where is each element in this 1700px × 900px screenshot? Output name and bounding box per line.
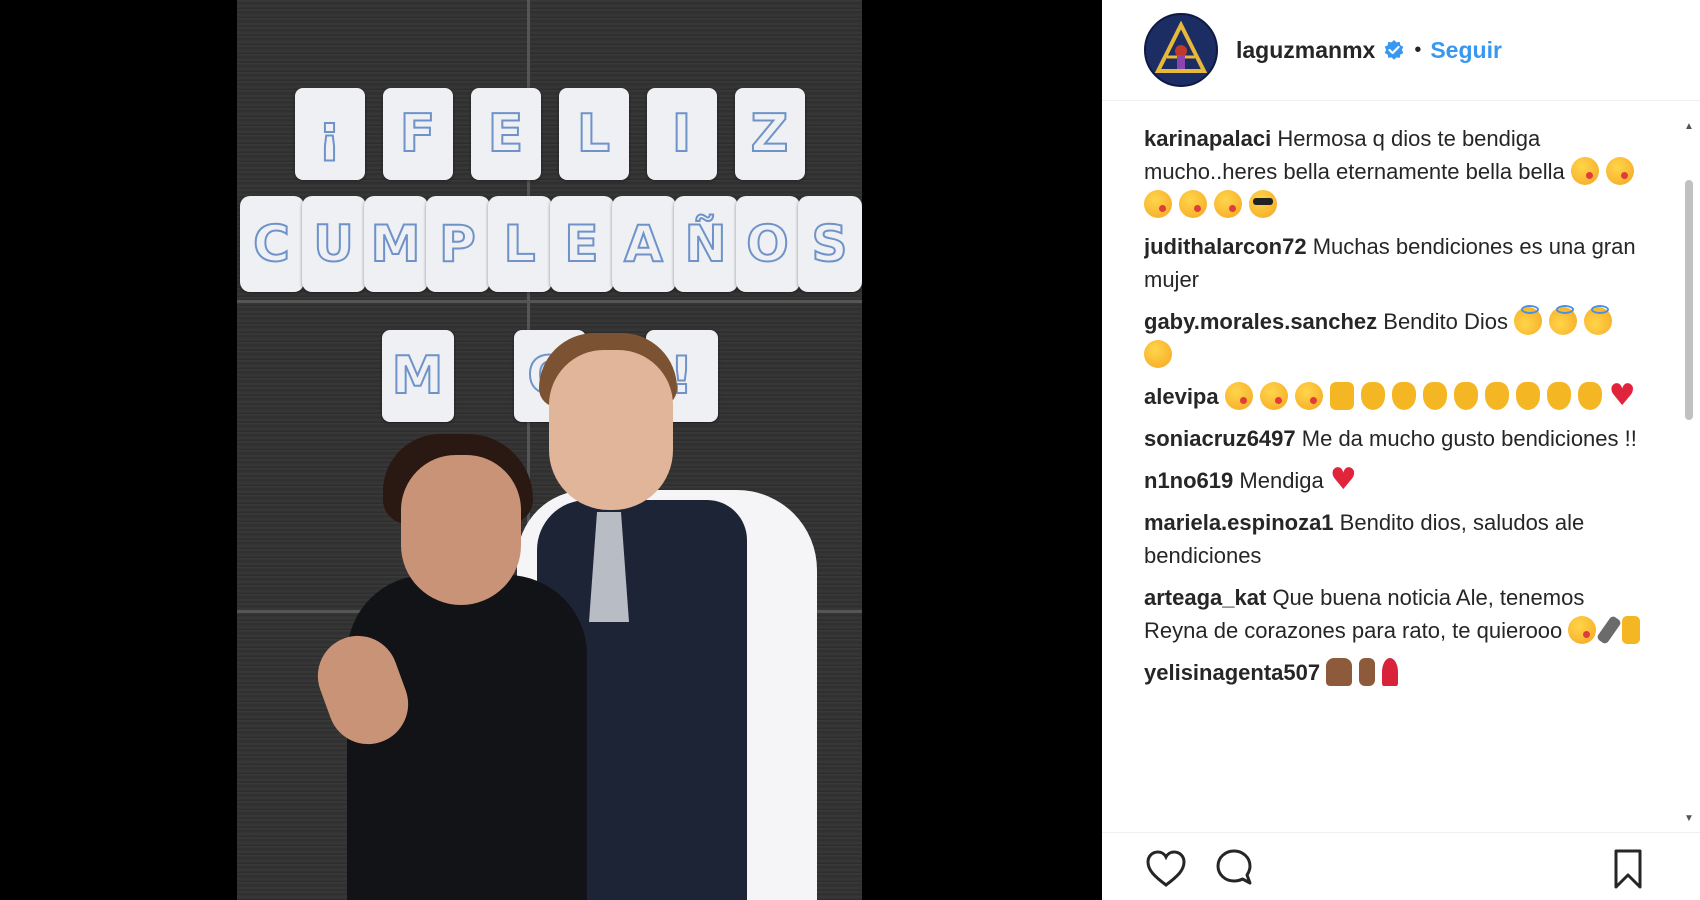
tile-seam [237, 300, 862, 303]
save-button[interactable] [1606, 847, 1650, 891]
rose-emoji-icon [1382, 658, 1399, 686]
clap-emoji-icon [1422, 382, 1447, 410]
comments-list[interactable]: karinapalaci Hermosa q dios te bendiga m… [1144, 122, 1654, 822]
banner-letter: I [646, 88, 717, 180]
comment-username[interactable]: alevipa [1144, 384, 1219, 409]
banner-letter: O [735, 196, 800, 292]
comment-username[interactable]: mariela.espinoza1 [1144, 510, 1334, 535]
avatar-logo-icon [1154, 21, 1208, 73]
banner-letter: S [797, 196, 862, 292]
banner-letter: U [301, 196, 366, 292]
comment-username[interactable]: judithalarcon72 [1144, 234, 1307, 259]
post-header: laguzmanmx • Seguir [1102, 0, 1700, 101]
banner-letter: P [425, 196, 490, 292]
post-actions-bar [1102, 832, 1700, 900]
clap-emoji-icon [1484, 382, 1509, 410]
scroll-down-arrow-icon[interactable]: ▼ [1684, 814, 1694, 824]
comment-text: Me da mucho gusto bendiciones !! [1301, 426, 1637, 451]
post-username[interactable]: laguzmanmx [1236, 37, 1375, 64]
comment-item: soniacruz6497 Me da mucho gusto bendicio… [1144, 422, 1654, 455]
heart-emoji-icon [1609, 379, 1636, 412]
post-sidebar: laguzmanmx • Seguir karinapalaci Hermosa… [1102, 0, 1700, 900]
banner-letter: E [470, 88, 541, 180]
comment-username[interactable]: gaby.morales.sanchez [1144, 309, 1377, 334]
pray-emoji-icon [1326, 658, 1353, 686]
comment-item: judithalarcon72 Muchas bendiciones es un… [1144, 230, 1654, 296]
verified-badge-icon [1385, 40, 1404, 60]
clap-emoji-icon [1515, 382, 1540, 410]
banner-letter: A [611, 196, 676, 292]
banner-letter: M [381, 330, 454, 422]
clap-emoji-icon [1577, 382, 1602, 410]
angel-emoji-icon [1549, 305, 1578, 335]
kiss-emoji-icon [1214, 190, 1242, 218]
kiss-emoji-icon [1568, 616, 1597, 644]
profile-avatar[interactable] [1144, 13, 1218, 87]
clap-emoji-icon [1360, 382, 1385, 410]
kiss-emoji-icon [1179, 190, 1207, 218]
angel-emoji-icon [1584, 305, 1613, 335]
follow-button[interactable]: Seguir [1430, 37, 1502, 64]
scroll-thumb[interactable] [1685, 180, 1693, 420]
kiss-emoji-icon [1294, 382, 1323, 410]
comment-username[interactable]: n1no619 [1144, 468, 1233, 493]
blush-emoji-icon [1144, 340, 1172, 368]
banner-letter: F [382, 88, 453, 180]
scroll-up-arrow-icon[interactable]: ▲ [1684, 122, 1694, 132]
banner-letter: L [487, 196, 552, 292]
banner-letter: C [239, 196, 304, 292]
comment-username[interactable]: arteaga_kat [1144, 585, 1266, 610]
comment-username[interactable]: soniacruz6497 [1144, 426, 1296, 451]
banner-letter: E [549, 196, 614, 292]
comment-item: alevipa [1144, 379, 1654, 413]
cool-emoji-icon [1249, 190, 1277, 218]
comment-item: mariela.espinoza1 Bendito dios, saludos … [1144, 506, 1654, 572]
mic-emoji-icon [1596, 615, 1623, 645]
woman-face [401, 455, 521, 605]
comment-item: yelisinagenta507 [1144, 656, 1654, 689]
video-player[interactable]: ¡ F E L I Z C U M P L E A Ñ O S M O ! [237, 0, 862, 900]
man-face [549, 350, 673, 510]
separator-dot: • [1414, 38, 1422, 61]
comment-button[interactable] [1212, 847, 1256, 891]
heart-emoji-icon [1330, 463, 1357, 496]
comment-item: n1no619 Mendiga [1144, 463, 1654, 497]
banner-letter: L [558, 88, 629, 180]
clap-emoji-icon [1546, 382, 1571, 410]
media-viewer: ¡ F E L I Z C U M P L E A Ñ O S M O ! [0, 0, 1102, 900]
banner-letter: Z [734, 88, 805, 180]
bookmark-icon [1614, 849, 1642, 889]
point-emoji-icon [1359, 658, 1376, 686]
thumb-emoji-icon [1329, 382, 1354, 410]
clap-emoji-icon [1391, 382, 1416, 410]
comment-text: Mendiga [1239, 468, 1324, 493]
kiss-emoji-icon [1605, 157, 1634, 185]
comment-text: Bendito Dios [1383, 309, 1509, 334]
banner-letter: ¡ [294, 88, 365, 180]
banner-letter: M [363, 196, 428, 292]
comments-scrollbar[interactable]: ▲ ▼ [1682, 118, 1696, 828]
kiss-emoji-icon [1144, 190, 1172, 218]
banner-letter: Ñ [673, 196, 738, 292]
comment-item: karinapalaci Hermosa q dios te bendiga m… [1144, 122, 1654, 221]
comment-username[interactable]: yelisinagenta507 [1144, 660, 1320, 685]
kiss-emoji-icon [1259, 382, 1288, 410]
clap-emoji-icon [1453, 382, 1478, 410]
horns-emoji-icon [1622, 616, 1641, 644]
angel-emoji-icon [1514, 305, 1543, 335]
heart-outline-icon [1146, 850, 1186, 887]
banner-row-cumpleanos: C U M P L E A Ñ O S [237, 196, 862, 292]
like-button[interactable] [1144, 847, 1188, 891]
comment-item: gaby.morales.sanchez Bendito Dios [1144, 305, 1654, 371]
kiss-emoji-icon [1570, 157, 1599, 185]
banner-row-feliz: ¡ F E L I Z [237, 88, 862, 180]
comment-item: arteaga_kat Que buena noticia Ale, tenem… [1144, 581, 1654, 647]
kiss-emoji-icon [1224, 382, 1253, 410]
comment-bubble-icon [1216, 849, 1252, 885]
comment-username[interactable]: karinapalaci [1144, 126, 1271, 151]
